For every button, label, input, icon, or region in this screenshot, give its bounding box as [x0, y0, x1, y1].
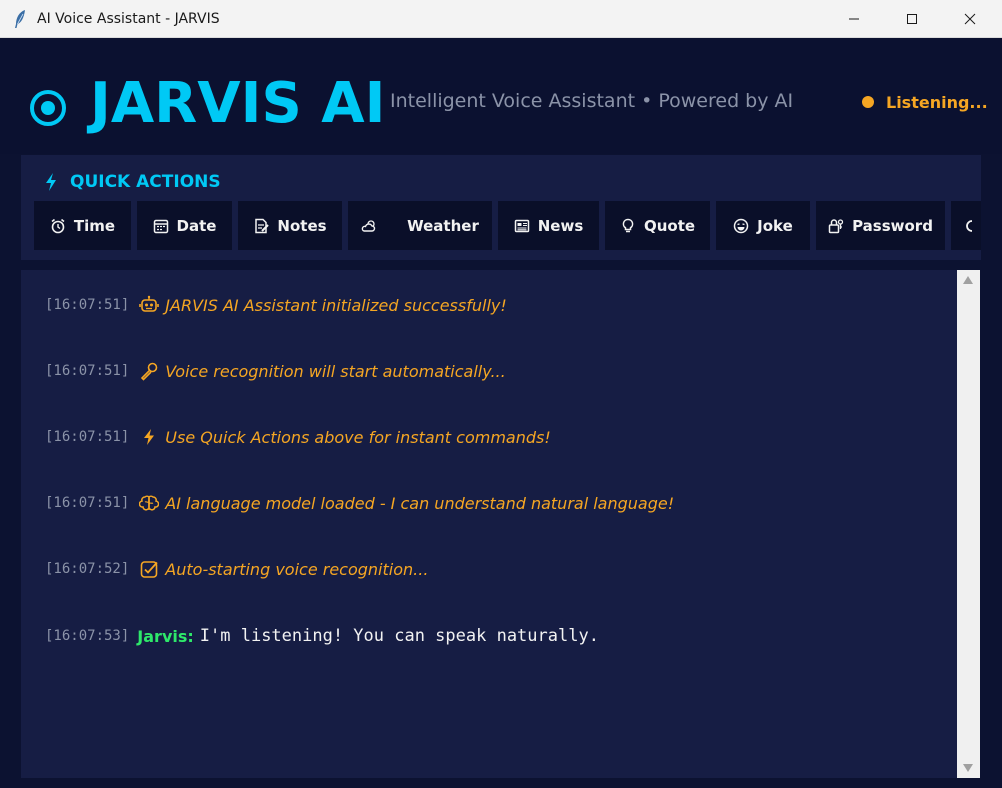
lock-key-icon — [828, 218, 844, 233]
lightbulb-icon — [622, 218, 634, 232]
quick-action-label: Joke — [757, 216, 793, 235]
quick-action-overflow[interactable] — [951, 201, 981, 250]
close-icon — [964, 13, 976, 25]
minimize-button[interactable] — [826, 0, 882, 38]
quick-action-label: Time — [73, 216, 116, 235]
close-button[interactable] — [942, 0, 998, 38]
quick-action-label: Quote — [643, 216, 696, 235]
app-subtitle: Intelligent Voice Assistant • Powered by… — [390, 90, 794, 112]
chat-log[interactable]: [16:07:51] JARVIS AI Assistant initializ… — [21, 270, 957, 778]
status-indicator — [862, 96, 874, 108]
quick-action-label: Date — [176, 216, 217, 235]
message-text: Voice recognition will start automatical… — [165, 361, 506, 381]
system-message: [16:07:52] Auto-starting voice recogniti… — [45, 559, 428, 579]
brain-icon — [139, 495, 160, 511]
newspaper-icon — [514, 219, 529, 232]
message-text: Use Quick Actions above for instant comm… — [165, 427, 551, 447]
message-timestamp: [16:07:52] — [45, 561, 130, 577]
scroll-up-arrow-icon[interactable] — [963, 276, 973, 284]
chat-scrollbar[interactable] — [957, 270, 980, 778]
partial-button-icon — [966, 219, 973, 232]
quick-action-label: Password — [852, 216, 933, 235]
feather-icon — [15, 10, 25, 28]
system-message: [16:07:51] Use Quick Actions above for i… — [45, 427, 551, 447]
maximize-icon — [907, 14, 917, 24]
system-message: [16:07:51] JARVIS AI Assistant initializ… — [45, 295, 507, 315]
system-message: [16:07:51] Voice recognition will start … — [45, 361, 506, 381]
scroll-down-arrow-icon[interactable] — [963, 764, 973, 772]
quick-action-label: News — [537, 216, 584, 235]
quick-action-label: Notes — [277, 216, 327, 235]
quick-action-notes[interactable]: Notes — [238, 201, 342, 250]
memo-icon — [255, 218, 270, 233]
robot-icon — [139, 295, 160, 312]
system-message: [16:07:51] AI language model loaded - I … — [45, 493, 674, 513]
quick-action-label: Weather — [407, 216, 479, 235]
message-speaker: Jarvis: — [137, 626, 194, 646]
message-timestamp: [16:07:53] — [45, 628, 130, 644]
window-title: AI Voice Assistant - JARVIS — [37, 11, 220, 27]
message-timestamp: [16:07:51] — [45, 429, 130, 445]
quick-actions-title: QUICK ACTIONS — [70, 172, 221, 192]
app-window: AI Voice Assistant - JARVIS JARVIS AI In… — [0, 0, 1002, 788]
quick-action-weather[interactable]: Weather — [348, 201, 492, 250]
title-bar[interactable]: AI Voice Assistant - JARVIS — [0, 0, 1002, 38]
target-icon — [30, 90, 66, 126]
message-text: JARVIS AI Assistant initialized successf… — [165, 295, 507, 315]
lightning-icon — [46, 173, 56, 191]
quick-action-joke[interactable]: Joke — [716, 201, 810, 250]
message-timestamp: [16:07:51] — [45, 363, 130, 379]
calendar-icon — [153, 219, 168, 233]
check-box-icon — [140, 561, 158, 578]
message-timestamp: [16:07:51] — [45, 495, 130, 511]
message-text: I'm listening! You can speak naturally. — [199, 626, 599, 646]
message-text: Auto-starting voice recognition... — [165, 559, 429, 579]
maximize-button[interactable] — [884, 0, 940, 38]
app-brand: JARVIS AI — [90, 71, 386, 136]
minimize-icon — [849, 18, 859, 20]
quick-action-quote[interactable]: Quote — [605, 201, 710, 250]
alarm-clock-icon — [51, 218, 65, 233]
lightning-icon — [144, 429, 155, 445]
quick-action-news[interactable]: News — [498, 201, 599, 250]
assistant-message: [16:07:53] Jarvis: I'm listening! You ca… — [45, 626, 599, 646]
quick-action-password[interactable]: Password — [816, 201, 945, 250]
status-text: Listening... — [886, 93, 988, 112]
cloud-sun-icon — [361, 219, 376, 232]
message-text: AI language model loaded - I can underst… — [165, 493, 675, 513]
quick-action-date[interactable]: Date — [137, 201, 232, 250]
laughing-face-icon — [733, 218, 749, 233]
microphone-icon — [141, 362, 158, 381]
message-timestamp: [16:07:51] — [45, 297, 130, 313]
quick-action-time[interactable]: Time — [34, 201, 131, 250]
